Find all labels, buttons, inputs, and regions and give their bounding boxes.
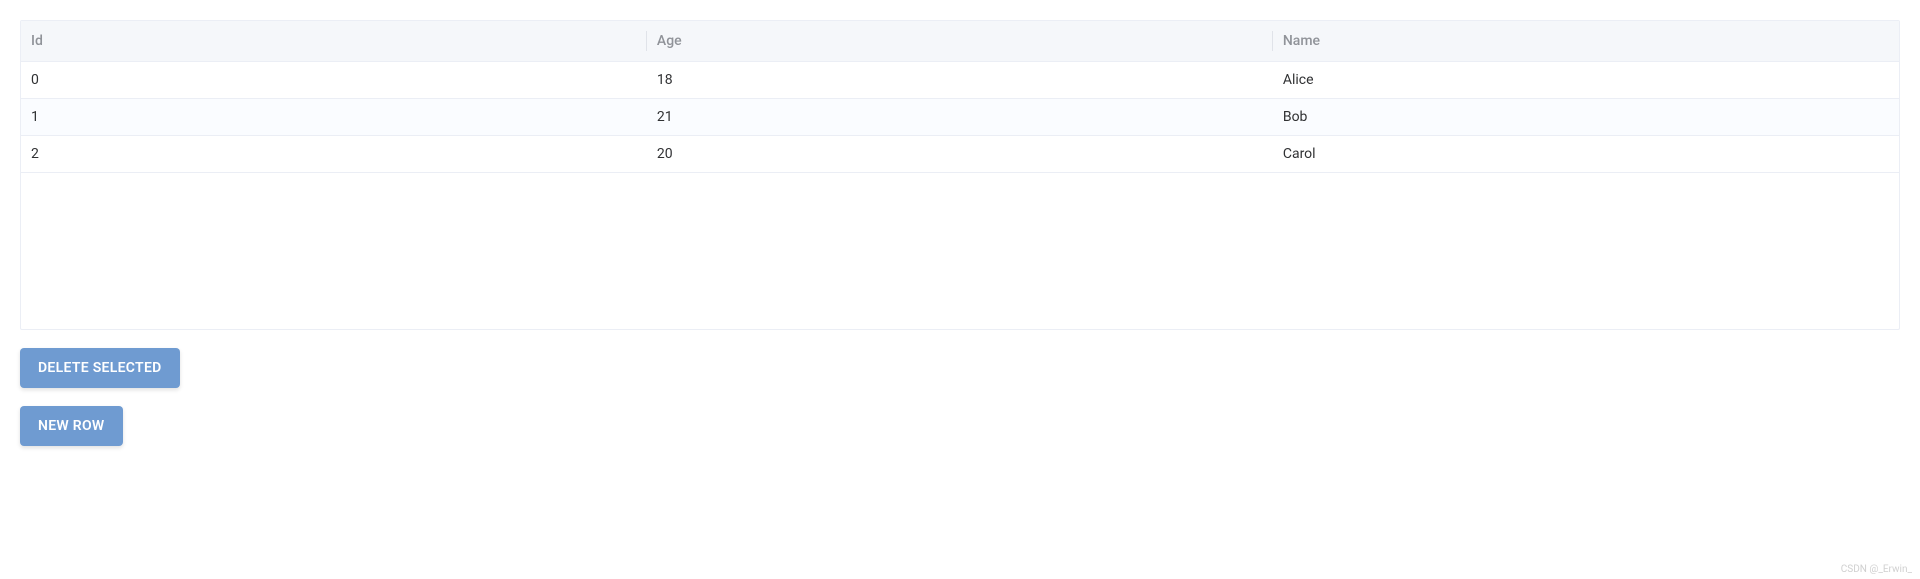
- cell-age: 18: [647, 62, 1273, 98]
- cell-name: Alice: [1273, 62, 1899, 98]
- cell-age: 20: [647, 136, 1273, 172]
- column-header-age[interactable]: Age: [647, 21, 1273, 61]
- cell-age: 21: [647, 99, 1273, 135]
- cell-id: 0: [21, 62, 647, 98]
- table-row[interactable]: 2 20 Carol: [21, 136, 1899, 173]
- delete-selected-button[interactable]: DELETE SELECTED: [20, 348, 180, 388]
- table-row[interactable]: 0 18 Alice: [21, 62, 1899, 99]
- column-header-id[interactable]: Id: [21, 21, 647, 61]
- cell-id: 2: [21, 136, 647, 172]
- cell-name: Carol: [1273, 136, 1899, 172]
- cell-name: Bob: [1273, 99, 1899, 135]
- data-table: Id Age Name 0 18 Alice 1 21 Bob 2 20 Car…: [20, 20, 1900, 330]
- table-row[interactable]: 1 21 Bob: [21, 99, 1899, 136]
- table-body: 0 18 Alice 1 21 Bob 2 20 Carol: [21, 62, 1899, 329]
- column-header-name[interactable]: Name: [1273, 21, 1899, 61]
- watermark: CSDN @_Erwin_: [1841, 564, 1912, 575]
- new-row-button[interactable]: NEW ROW: [20, 406, 123, 446]
- table-header-row: Id Age Name: [21, 21, 1899, 62]
- button-area: DELETE SELECTED NEW ROW: [20, 348, 1900, 446]
- cell-id: 1: [21, 99, 647, 135]
